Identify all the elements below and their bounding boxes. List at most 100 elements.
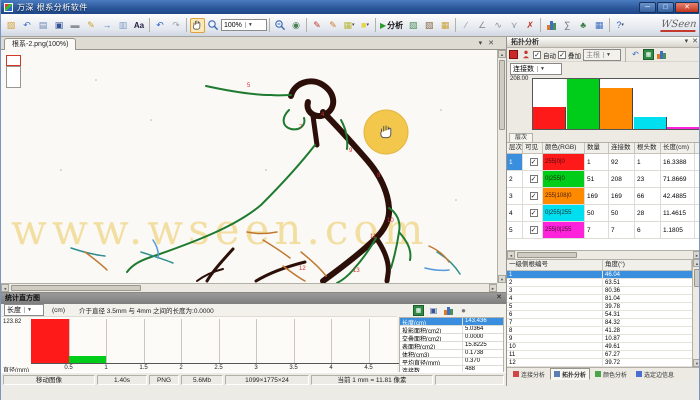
scroll-up-icon[interactable]: ▲ (693, 259, 700, 267)
data-grid-icon[interactable]: ▦ (592, 18, 607, 33)
angle-row[interactable]: 1239.72 (507, 359, 700, 367)
zoom-out-tool[interactable] (273, 18, 288, 33)
scroll-left-icon[interactable]: ◄ (1, 284, 9, 292)
canvas-horizontal-scrollbar[interactable]: ◄ ► (1, 283, 497, 292)
analysis-tab[interactable]: 拓扑分析 (550, 368, 590, 380)
undo-icon[interactable]: ↶ (153, 18, 168, 33)
analysis-tab[interactable]: 选定边信息 (632, 368, 678, 380)
visible-checkbox[interactable]: ✓ (530, 192, 538, 200)
scroll-right-icon[interactable]: ► (693, 251, 700, 259)
analysis-tab[interactable]: 颜色分析 (591, 368, 631, 380)
root-tag-icon[interactable]: ▧ (406, 18, 421, 33)
scroll-down-icon[interactable]: ▼ (693, 359, 700, 367)
root-trace-icon[interactable]: ▧ (422, 18, 437, 33)
stat-row[interactable]: 投影面积(cm2)5.0364 (400, 326, 503, 334)
chart-icon[interactable] (443, 305, 454, 316)
export-excel-icon[interactable]: ▦ (413, 305, 424, 316)
vscroll-thumb[interactable] (499, 60, 505, 130)
hscroll-thumb[interactable] (517, 252, 577, 258)
draw-polyline-icon[interactable]: ∠ (475, 18, 490, 33)
analysis-tab[interactable]: 连接分析 (509, 368, 549, 380)
table-row[interactable]: 2✓0|255|0512082371.8669 (507, 171, 700, 188)
root-combo[interactable]: 主根▼ (583, 49, 621, 61)
save-all-icon[interactable]: ▤ (36, 18, 51, 33)
stat-row[interactable]: 交叠面积(cm2)0.0000 (400, 334, 503, 342)
pin-icon[interactable]: ▾ (685, 37, 689, 45)
table-row[interactable]: 5✓255|0|2557761.1805 (507, 222, 700, 239)
maximize-button[interactable]: □ (657, 2, 674, 13)
save-report-icon[interactable]: ▣ (428, 305, 439, 316)
fit-view-icon[interactable]: ◉ (289, 18, 304, 33)
histogram-icon[interactable] (544, 18, 559, 33)
overlay-checkbox[interactable]: ✓ (558, 51, 566, 59)
table-row[interactable]: 1✓255|0|0192116.3388 (507, 154, 700, 171)
settings-gear-icon[interactable]: ● (458, 305, 469, 316)
root-mark-icon[interactable]: ▦ (438, 18, 453, 33)
angle-row[interactable]: 481.04 (507, 295, 700, 303)
visible-checkbox[interactable]: ✓ (530, 226, 538, 234)
scroll-up-icon[interactable]: ▲ (498, 50, 506, 58)
document-tab[interactable]: 根系-2.png(100%) (4, 38, 76, 50)
export-excel-icon[interactable]: ▦ (643, 49, 654, 60)
hand-tool[interactable] (190, 18, 205, 33)
metric-combo[interactable]: 连接数▼ (510, 63, 562, 75)
image-canvas[interactable]: www.wseen.com (1, 50, 497, 283)
analyze-button[interactable]: ▶分析 (380, 20, 403, 31)
text-tool-icon[interactable]: Aa (132, 18, 147, 33)
angle-row[interactable]: 784.32 (507, 319, 700, 327)
chart-icon[interactable] (656, 49, 667, 60)
scroll-down-icon[interactable]: ▼ (498, 275, 506, 283)
angle-row[interactable]: 910.87 (507, 335, 700, 343)
measure-combo[interactable]: 长度▼ (4, 304, 44, 316)
tree-view-icon[interactable]: ♣ (576, 18, 591, 33)
zoom-tool[interactable] (206, 18, 221, 33)
draw-line-icon[interactable]: ∕ (459, 18, 474, 33)
stat-row[interactable]: 长度(cm)143.436 (400, 318, 503, 326)
copy-icon[interactable]: ▥ (116, 18, 131, 33)
table-row[interactable]: 3✓255|108|01691696642.4885 (507, 188, 700, 205)
print-icon[interactable]: ▬ (68, 18, 83, 33)
auto-checkbox[interactable]: ✓ (533, 51, 541, 59)
canvas-vertical-scrollbar[interactable]: ▲ ▼ (497, 50, 506, 283)
visible-checkbox[interactable]: ✓ (530, 158, 538, 166)
angle-row[interactable]: 654.31 (507, 311, 700, 319)
stat-row[interactable]: 平均直径(mm)0.370 (400, 358, 503, 366)
back-icon[interactable]: ↶ (20, 18, 35, 33)
fill-color-icon[interactable]: ▦▾ (342, 18, 357, 33)
zoom-level-combo[interactable]: 100%▼ (221, 19, 267, 31)
visible-checkbox[interactable]: ✓ (530, 175, 538, 183)
angle-row[interactable]: 263.51 (507, 279, 700, 287)
flag-icon[interactable] (509, 50, 518, 59)
angle-row[interactable]: 1049.61 (507, 343, 700, 351)
help-icon[interactable]: ?▾ (613, 18, 628, 33)
histogram-panel-close-icon[interactable]: ✕ (496, 293, 502, 301)
edit-pencil-icon[interactable]: ✎ (84, 18, 99, 33)
delete-stroke-icon[interactable]: ✗ (523, 18, 538, 33)
table-row[interactable]: 4✓0|255|25550502811.4615 (507, 205, 700, 222)
level-tab[interactable]: 层次 (509, 133, 533, 142)
draw-branch-icon[interactable]: ⋎ (507, 18, 522, 33)
tab-close-icon[interactable]: ✕ (488, 39, 494, 47)
angle-row[interactable]: 146.04 (507, 271, 700, 279)
angle-row[interactable]: 841.28 (507, 327, 700, 335)
hscroll-thumb[interactable] (11, 285, 141, 291)
panel-close-icon[interactable]: ✕ (692, 37, 698, 45)
visible-checkbox[interactable]: ✓ (530, 209, 538, 217)
scroll-left-icon[interactable]: ◄ (507, 251, 515, 259)
undo-icon[interactable]: ↶ (630, 49, 641, 60)
close-button[interactable]: ✕ (675, 2, 699, 13)
minimize-button[interactable]: ─ (639, 2, 656, 13)
angle-row[interactable]: 1167.27 (507, 351, 700, 359)
save-icon[interactable]: ▣ (52, 18, 67, 33)
stat-row[interactable]: 体积(cm3)0.1738 (400, 350, 503, 358)
measure-pen-icon[interactable]: ✎ (310, 18, 325, 33)
tab-list-dropdown-icon[interactable]: ▾ (479, 39, 483, 47)
highlight-color-icon[interactable]: ■▾ (358, 18, 373, 33)
stats-sum-icon[interactable]: ∑ (560, 18, 575, 33)
angle-table-scrollbar[interactable]: ▲ ▼ (692, 259, 700, 367)
person-icon[interactable] (520, 49, 531, 60)
export-icon[interactable]: → (100, 18, 115, 33)
annotate-pen-icon[interactable]: ✎ (326, 18, 341, 33)
scroll-right-icon[interactable]: ► (489, 284, 497, 292)
stat-row[interactable]: 表面积(cm2)15.8225 (400, 342, 503, 350)
